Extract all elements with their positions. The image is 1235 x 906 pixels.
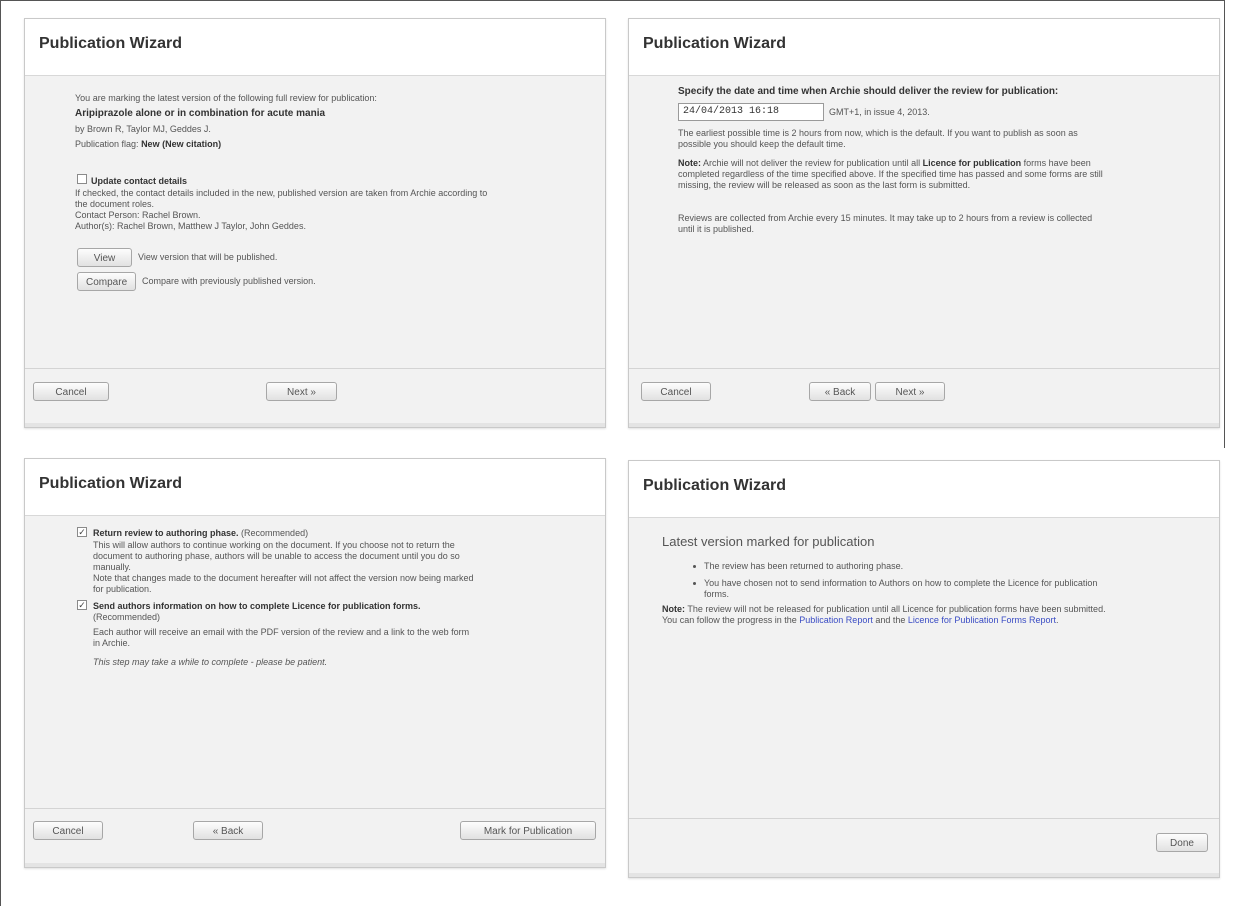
cancel-button[interactable]: Cancel xyxy=(33,382,109,401)
wizard-panel-step3: Publication Wizard ✓ Return review to au… xyxy=(24,458,606,868)
cancel-button[interactable]: Cancel xyxy=(33,821,103,840)
datetime-input[interactable]: 24/04/2013 16:18 xyxy=(678,103,824,121)
publication-report-link[interactable]: Publication Report xyxy=(799,615,873,625)
next-button[interactable]: Next » xyxy=(875,382,945,401)
contact-person: Contact Person: Rachel Brown. xyxy=(75,210,201,220)
send-desc-1: Each author will receive an email with t… xyxy=(93,627,470,637)
footer-strip xyxy=(629,423,1219,427)
note-line-1: Note: Archie will not deliver the review… xyxy=(678,158,1091,169)
view-button[interactable]: View xyxy=(77,248,132,267)
wizard-footer: Cancel « Back Next » xyxy=(629,368,1219,427)
bullet-dot xyxy=(693,582,696,585)
bullet-2a: You have chosen not to send information … xyxy=(704,578,1098,588)
footer-strip xyxy=(629,873,1219,877)
return-review-checkbox[interactable]: ✓ xyxy=(77,527,87,537)
note-line-1-b: Licence for publication xyxy=(922,158,1022,168)
return-desc-3: manually. xyxy=(93,562,131,572)
wizard-header: Publication Wizard xyxy=(629,461,1219,518)
wizard-title: Publication Wizard xyxy=(39,475,182,492)
note-label: Note: xyxy=(678,158,701,168)
note-line-1-c: forms have been xyxy=(1023,158,1091,168)
view-desc: View version that will be published. xyxy=(138,252,278,262)
frame-left-line xyxy=(0,0,1,906)
wizard-header: Publication Wizard xyxy=(25,459,605,516)
delivery-heading: Specify the date and time when Archie sh… xyxy=(678,86,1059,97)
completion-note-1-text: The review will not be released for publ… xyxy=(687,604,1106,614)
bullet-dot xyxy=(693,565,696,568)
note-line-2: completed regardless of the time specifi… xyxy=(678,169,1103,179)
update-contact-label: Update contact details xyxy=(91,176,188,186)
completion-note-2: You can follow the progress in the Publi… xyxy=(662,615,1058,626)
cancel-button[interactable]: Cancel xyxy=(641,382,711,401)
return-review-recommended: (Recommended) xyxy=(241,528,309,538)
send-info-recommended: (Recommended) xyxy=(93,612,161,622)
collected-text-1: Reviews are collected from Archie every … xyxy=(678,213,1093,223)
publication-flag-label: Publication flag: xyxy=(75,139,139,149)
wizard-header: Publication Wizard xyxy=(629,19,1219,76)
send-info-checkbox[interactable]: ✓ xyxy=(77,600,87,610)
back-button[interactable]: « Back xyxy=(193,821,263,840)
update-contact-desc-2: the document roles. xyxy=(75,199,155,209)
frame-right-line xyxy=(1224,0,1225,448)
completion-heading: Latest version marked for publication xyxy=(662,534,875,549)
completion-note-2-b: and the xyxy=(875,615,906,625)
review-title: Aripiprazole alone or in combination for… xyxy=(75,108,326,119)
wizard-footer: Done xyxy=(629,818,1219,877)
publication-flag-value: New (New citation) xyxy=(141,139,222,149)
done-button[interactable]: Done xyxy=(1156,833,1208,852)
collected-text-2: until it is published. xyxy=(678,224,755,234)
back-button[interactable]: « Back xyxy=(809,382,871,401)
intro-text: You are marking the latest version of th… xyxy=(75,93,377,103)
wizard-panel-step2: Publication Wizard Specify the date and … xyxy=(628,18,1220,428)
earliest-text-1: The earliest possible time is 2 hours fr… xyxy=(678,128,1078,138)
return-desc-5: for publication. xyxy=(93,584,152,594)
note-line-3: missing, the review will be released as … xyxy=(678,180,971,190)
mark-for-publication-button[interactable]: Mark for Publication xyxy=(460,821,596,840)
completion-note-2-a: You can follow the progress in the xyxy=(662,615,797,625)
update-contact-desc-1: If checked, the contact details included… xyxy=(75,188,488,198)
footer-strip xyxy=(25,423,605,427)
authors-list: Author(s): Rachel Brown, Matthew J Taylo… xyxy=(75,221,306,231)
earliest-text-2: possible you should keep the default tim… xyxy=(678,139,846,149)
bullet-2b: forms. xyxy=(704,589,730,599)
next-button[interactable]: Next » xyxy=(266,382,337,401)
return-desc-1: This will allow authors to continue work… xyxy=(93,540,455,550)
frame-top-line xyxy=(0,0,1224,1)
completion-note-2-c: . xyxy=(1055,615,1059,625)
wizard-header: Publication Wizard xyxy=(25,19,605,76)
review-authors: by Brown R, Taylor MJ, Geddes J. xyxy=(75,124,211,134)
compare-button[interactable]: Compare xyxy=(77,272,136,291)
wizard-panel-step4: Publication Wizard Latest version marked… xyxy=(628,460,1220,878)
publication-flag: Publication flag: New (New citation) xyxy=(75,139,221,150)
wizard-panel-step1: Publication Wizard You are marking the l… xyxy=(24,18,606,428)
wizard-footer: Cancel Next » xyxy=(25,368,605,427)
wizard-title: Publication Wizard xyxy=(39,35,182,52)
send-info-label: Send authors information on how to compl… xyxy=(93,601,421,611)
completion-note-1: Note: The review will not be released fo… xyxy=(662,604,1106,615)
note-line-1-a: Archie will not deliver the review for p… xyxy=(703,158,921,168)
return-review-label-text: Return review to authoring phase. xyxy=(93,528,239,538)
return-review-label: Return review to authoring phase. (Recom… xyxy=(93,528,308,539)
patience-text: This step may take a while to complete -… xyxy=(93,657,328,667)
return-desc-4: Note that changes made to the document h… xyxy=(93,573,474,583)
send-desc-2: in Archie. xyxy=(93,638,131,648)
compare-desc: Compare with previously published versio… xyxy=(142,276,316,286)
bullet-1: The review has been returned to authorin… xyxy=(704,561,904,571)
completion-note-label: Note: xyxy=(662,604,685,614)
wizard-footer: Cancel « Back Mark for Publication xyxy=(25,808,605,867)
update-contact-checkbox[interactable] xyxy=(77,174,87,184)
wizard-title: Publication Wizard xyxy=(643,477,786,494)
footer-strip xyxy=(25,863,605,867)
licence-forms-report-link[interactable]: Licence for Publication Forms Report xyxy=(908,615,1056,625)
return-desc-2: document to authoring phase, authors wil… xyxy=(93,551,460,561)
issue-text: GMT+1, in issue 4, 2013. xyxy=(829,107,930,117)
wizard-title: Publication Wizard xyxy=(643,35,786,52)
